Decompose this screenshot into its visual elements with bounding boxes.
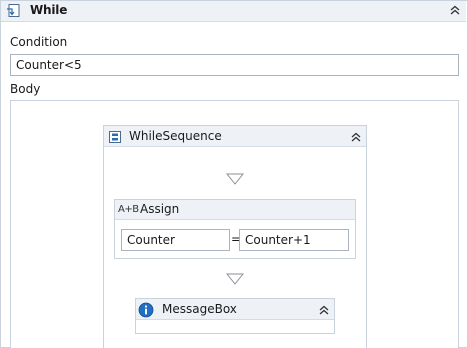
while-loop-icon: [7, 4, 20, 17]
body-label: Body: [10, 82, 41, 96]
collapse-icon[interactable]: [349, 130, 363, 144]
drop-target-arrow-icon[interactable]: [226, 173, 244, 185]
messagebox-title: MessageBox: [162, 302, 237, 316]
assign-icon: A+B: [118, 204, 139, 215]
assign-to-input[interactable]: Counter: [121, 229, 230, 251]
sequence-icon: [109, 131, 121, 143]
condition-label: Condition: [10, 35, 68, 49]
assign-value-input[interactable]: Counter+1: [239, 229, 349, 251]
collapse-icon[interactable]: [448, 3, 462, 17]
info-icon: [138, 302, 154, 318]
while-header[interactable]: [1, 1, 466, 22]
collapse-icon[interactable]: [317, 303, 331, 317]
condition-input[interactable]: Counter<5: [10, 54, 459, 76]
while-sequence-title: WhileSequence: [129, 129, 222, 143]
while-title: While: [30, 3, 68, 17]
drop-target-arrow-icon[interactable]: [226, 273, 244, 285]
assign-title: Assign: [140, 202, 180, 216]
